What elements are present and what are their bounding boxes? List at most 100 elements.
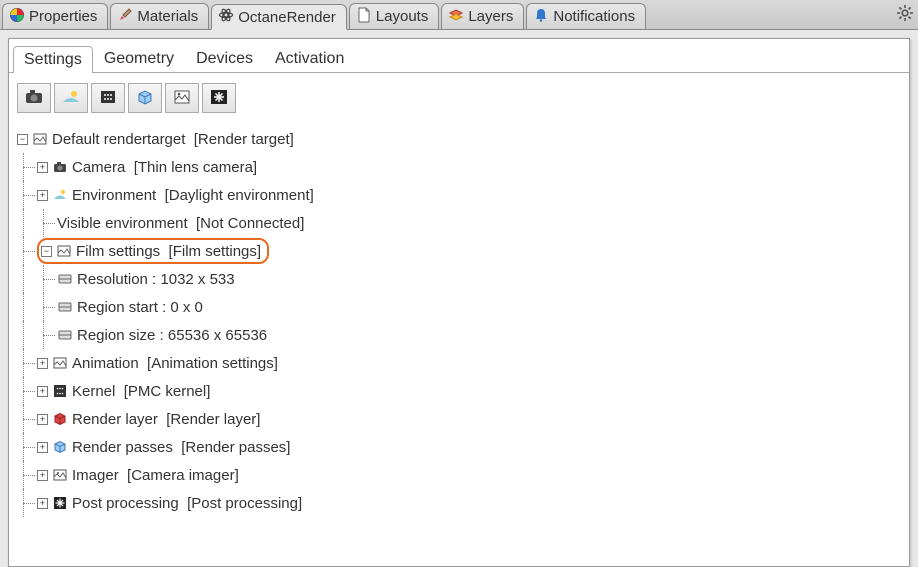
- tree-node-render-layer[interactable]: + Render layer [Render layer]: [17, 405, 901, 433]
- tree-node-camera[interactable]: + Camera [Thin lens camera]: [17, 153, 901, 181]
- node-type: [Daylight environment]: [165, 187, 314, 204]
- toolbar-post-processing-button[interactable]: [202, 83, 236, 113]
- kernel-icon: [98, 88, 118, 109]
- image-icon: [52, 355, 68, 371]
- tree-node-environment[interactable]: + Environment [Daylight environment]: [17, 181, 901, 209]
- node-type: [Not Connected]: [196, 215, 304, 232]
- settings-toolbar: [9, 73, 909, 121]
- tab-label: Layers: [468, 8, 513, 25]
- sub-tab-label: Devices: [196, 50, 253, 67]
- sub-tab-geometry[interactable]: Geometry: [93, 45, 185, 72]
- tab-notifications[interactable]: Notifications: [526, 3, 646, 29]
- tree-leaf-resolution[interactable]: Resolution : 1032 x 533: [17, 265, 901, 293]
- tree-node-post-processing[interactable]: + Post processing [Post processing]: [17, 489, 901, 517]
- sub-tab-settings[interactable]: Settings: [13, 46, 93, 73]
- sub-tab-label: Geometry: [104, 50, 174, 67]
- expand-icon[interactable]: +: [37, 470, 48, 481]
- toolbar-environment-button[interactable]: [54, 83, 88, 113]
- node-name: Kernel: [72, 383, 115, 400]
- expand-icon[interactable]: +: [37, 414, 48, 425]
- film-leaf-icon: [57, 271, 73, 287]
- bell-icon: [533, 7, 549, 27]
- color-wheel-icon: [9, 7, 25, 27]
- toolbar-render-layer-button[interactable]: [128, 83, 162, 113]
- toolbar-camera-button[interactable]: [17, 83, 51, 113]
- highlight-ring: − Film settings [Film settings]: [37, 238, 269, 264]
- sparkle-icon: [52, 495, 68, 511]
- rendertarget-icon: [32, 131, 48, 147]
- node-name: Visible environment: [57, 215, 188, 232]
- sub-tab-label: Settings: [24, 51, 82, 68]
- leaf-label: Region start : 0 x 0: [77, 299, 203, 316]
- sub-tab-activation[interactable]: Activation: [264, 45, 355, 72]
- tab-octanerender[interactable]: OctaneRender: [211, 4, 347, 30]
- sun-env-icon: [52, 187, 68, 203]
- image-icon: [56, 243, 72, 259]
- node-name: Environment: [72, 187, 156, 204]
- node-name: Default rendertarget: [52, 131, 185, 148]
- image-icon: [52, 467, 68, 483]
- sub-tab-label: Activation: [275, 50, 344, 67]
- node-type: [Render passes]: [181, 439, 290, 456]
- toolbar-imager-button[interactable]: [165, 83, 199, 113]
- node-type: [Post processing]: [187, 495, 302, 512]
- collapse-icon[interactable]: −: [17, 134, 28, 145]
- kernel-icon: [52, 383, 68, 399]
- expand-icon[interactable]: +: [37, 190, 48, 201]
- expand-icon[interactable]: +: [37, 162, 48, 173]
- settings-panel: Settings Geometry Devices Activation − D…: [8, 38, 910, 567]
- film-leaf-icon: [57, 327, 73, 343]
- node-name: Post processing: [72, 495, 179, 512]
- octane-icon: [218, 7, 234, 27]
- tab-label: Materials: [137, 8, 198, 25]
- sub-tab-devices[interactable]: Devices: [185, 45, 264, 72]
- tree-node-film-settings[interactable]: − Film settings [Film settings]: [17, 237, 901, 265]
- tree-node-render-passes[interactable]: + Render passes [Render passes]: [17, 433, 901, 461]
- camera-icon: [24, 88, 44, 109]
- node-type: [Thin lens camera]: [134, 159, 257, 176]
- gear-icon[interactable]: [896, 4, 914, 25]
- tab-label: Notifications: [553, 8, 635, 25]
- expand-icon[interactable]: +: [37, 358, 48, 369]
- document-icon: [356, 7, 372, 27]
- tab-layouts[interactable]: Layouts: [349, 3, 440, 29]
- sparkle-icon: [209, 88, 229, 109]
- expand-icon[interactable]: +: [37, 498, 48, 509]
- node-name: Render layer: [72, 411, 158, 428]
- node-name: Camera: [72, 159, 125, 176]
- sub-tab-bar: Settings Geometry Devices Activation: [9, 39, 909, 73]
- leaf-label: Region size : 65536 x 65536: [77, 327, 267, 344]
- tab-properties[interactable]: Properties: [2, 3, 108, 29]
- tree-node-rendertarget[interactable]: − Default rendertarget [Render target]: [17, 125, 901, 153]
- tab-materials[interactable]: Materials: [110, 3, 209, 29]
- tree-node-kernel[interactable]: + Kernel [PMC kernel]: [17, 377, 901, 405]
- red-cube-icon: [52, 411, 68, 427]
- tree-node-animation[interactable]: + Animation [Animation settings]: [17, 349, 901, 377]
- expand-icon[interactable]: +: [37, 442, 48, 453]
- render-settings-tree: − Default rendertarget [Render target] +…: [9, 121, 909, 525]
- tree-node-visible-environment[interactable]: Visible environment [Not Connected]: [17, 209, 901, 237]
- node-type: [Camera imager]: [127, 467, 239, 484]
- tab-label: Properties: [29, 8, 97, 25]
- expand-icon[interactable]: +: [37, 386, 48, 397]
- main-tab-bar: Properties Materials OctaneRender Layout…: [0, 0, 918, 30]
- node-name: Film settings: [76, 243, 160, 260]
- toolbar-kernel-button[interactable]: [91, 83, 125, 113]
- node-name: Animation: [72, 355, 139, 372]
- image-icon: [172, 88, 192, 109]
- tab-layers[interactable]: Layers: [441, 3, 524, 29]
- tree-leaf-region-start[interactable]: Region start : 0 x 0: [17, 293, 901, 321]
- layers-icon: [448, 7, 464, 27]
- tree-leaf-region-size[interactable]: Region size : 65536 x 65536: [17, 321, 901, 349]
- sun-env-icon: [61, 88, 81, 109]
- node-type: [PMC kernel]: [124, 383, 211, 400]
- node-type: [Render target]: [194, 131, 294, 148]
- cube-icon: [52, 439, 68, 455]
- cube-icon: [135, 88, 155, 109]
- tree-node-imager[interactable]: + Imager [Camera imager]: [17, 461, 901, 489]
- tab-label: Layouts: [376, 8, 429, 25]
- brush-icon: [117, 7, 133, 27]
- collapse-icon[interactable]: −: [41, 246, 52, 257]
- camera-icon: [52, 159, 68, 175]
- node-type: [Render layer]: [166, 411, 260, 428]
